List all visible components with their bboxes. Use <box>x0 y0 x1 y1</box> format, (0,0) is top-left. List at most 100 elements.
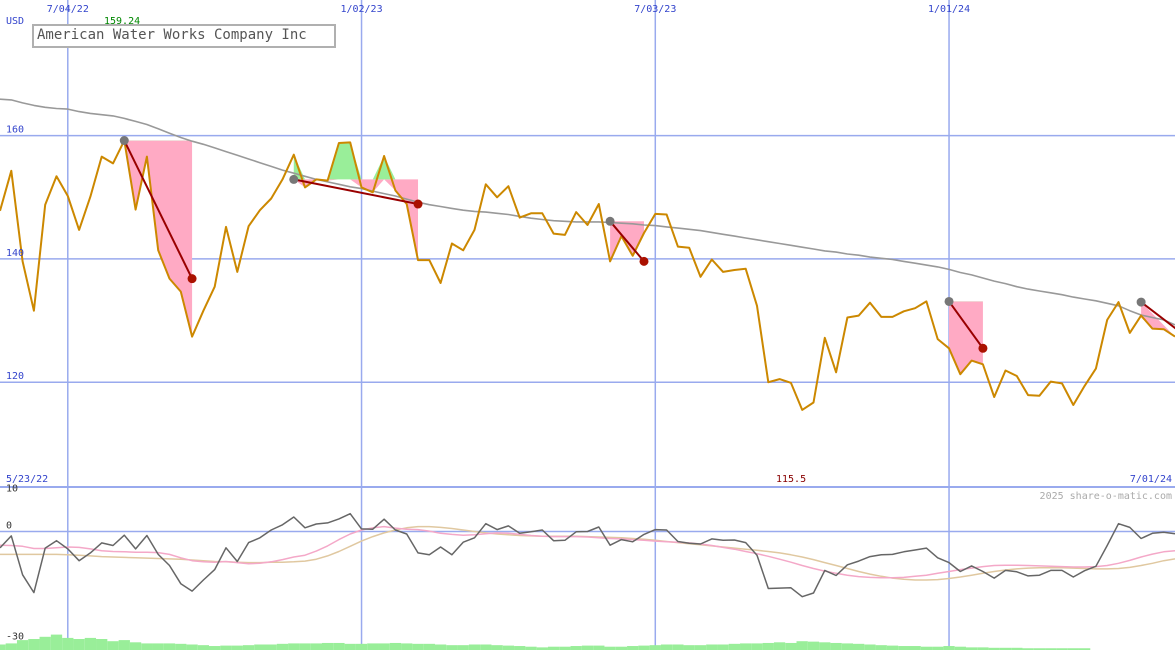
volume-bar <box>773 642 786 650</box>
volume-bar <box>299 643 311 650</box>
volume-bar <box>593 645 605 650</box>
x-tick-label: 7/04/22 <box>47 4 89 15</box>
volume-bar <box>28 639 40 650</box>
volume-bar <box>502 645 515 650</box>
volume-bar <box>649 645 661 650</box>
volume-bar <box>242 645 255 650</box>
volume-bar <box>694 645 707 650</box>
volume-bar <box>819 642 831 650</box>
osc-tick-label: 0 <box>6 520 12 531</box>
volume-bar <box>638 645 650 650</box>
chart-title: American Water Works Company Inc <box>37 27 307 43</box>
y-tick-label: 120 <box>6 371 24 382</box>
volume-bar <box>807 641 820 650</box>
volume-bar <box>446 645 458 650</box>
volume-bar <box>163 643 176 650</box>
volume-bar <box>423 643 435 650</box>
x-tick-label: 7/03/23 <box>634 4 676 15</box>
volume-bar <box>220 645 232 650</box>
volume-bar <box>50 634 63 650</box>
stock-chart: USD 159.24 5/23/22 115.5 7/01/24 2025 sh… <box>0 0 1175 650</box>
volume-bar <box>672 644 684 650</box>
signal-end-marker <box>413 199 423 209</box>
volume-bar <box>118 640 130 650</box>
volume-bar <box>864 644 876 650</box>
volume-bar <box>288 643 300 650</box>
volume-bar <box>728 643 741 650</box>
volume-bar <box>265 644 277 650</box>
volume-bar <box>796 641 808 650</box>
volume-bar <box>209 646 221 650</box>
end-date-label: 7/01/24 <box>1130 474 1172 485</box>
volume-bar <box>830 642 842 650</box>
volume-bar <box>355 643 368 650</box>
volume-bar <box>186 644 198 650</box>
osc-tick-label: -30 <box>6 632 24 643</box>
volume-bar <box>514 646 526 650</box>
volume-bar <box>73 639 85 650</box>
volume-bar <box>321 642 334 650</box>
volume-bar <box>943 646 955 650</box>
volume-bar <box>367 643 379 650</box>
signal-start-marker <box>289 174 299 184</box>
volume-bar <box>5 643 17 650</box>
volume-bar <box>141 643 153 650</box>
signal-start-marker <box>944 296 954 306</box>
volume-bar <box>378 643 390 650</box>
volume-bar <box>762 642 774 650</box>
signal-start-marker <box>119 136 129 146</box>
volume-bar <box>310 643 322 650</box>
volume-bar <box>740 643 752 650</box>
volume-bar <box>841 643 854 650</box>
volume-bar <box>231 645 243 650</box>
volume-bar <box>197 645 210 650</box>
volume-bar <box>627 646 639 650</box>
volume-bar <box>344 643 356 650</box>
volume-bar <box>480 644 492 650</box>
volume-bar <box>570 646 582 650</box>
volume-bar <box>389 642 402 650</box>
volume-bar <box>875 645 887 650</box>
volume-bar <box>581 645 594 650</box>
volume-bar <box>434 644 447 650</box>
volume-bar <box>84 637 97 650</box>
volume-bar <box>401 643 413 650</box>
volume-bar <box>909 646 921 650</box>
volume-bar <box>107 641 119 650</box>
currency-label: USD <box>6 16 24 27</box>
volume-bar <box>457 645 469 650</box>
x-tick-label: 1/01/24 <box>928 4 970 15</box>
volume-bar <box>39 636 51 650</box>
volume-bar <box>886 645 899 650</box>
signal-end-marker <box>978 343 988 353</box>
watermark: 2025 share-o-matic.com <box>1040 491 1172 502</box>
volume-bar <box>96 639 108 650</box>
signal-start-marker <box>1136 297 1146 307</box>
x-tick-label: 1/02/23 <box>340 4 382 15</box>
volume-bar <box>468 644 481 650</box>
volume-bar <box>751 643 763 650</box>
y-tick-label: 160 <box>6 125 24 136</box>
volume-bar <box>660 644 673 650</box>
volume-bar <box>412 643 424 650</box>
osc-tick-label: 10 <box>6 483 18 494</box>
volume-bar <box>276 643 289 650</box>
volume-bar <box>0 644 6 650</box>
volume-bar <box>853 643 865 650</box>
y-tick-label: 140 <box>6 248 24 259</box>
volume-bar <box>683 645 695 650</box>
volume-bar <box>333 642 345 650</box>
volume-bar <box>62 637 74 650</box>
signal-start-marker <box>605 216 615 226</box>
volume-bar <box>785 642 797 650</box>
volume-bar <box>254 644 266 650</box>
volume-bar <box>175 643 187 650</box>
signal-end-marker <box>639 256 649 266</box>
volume-bar <box>898 646 910 650</box>
signal-end-marker <box>187 274 197 284</box>
period-low-label: 115.5 <box>776 474 806 485</box>
volume-bar <box>152 643 164 650</box>
volume-bar <box>706 644 718 650</box>
volume-bar <box>129 642 142 650</box>
volume-bar <box>717 644 729 650</box>
